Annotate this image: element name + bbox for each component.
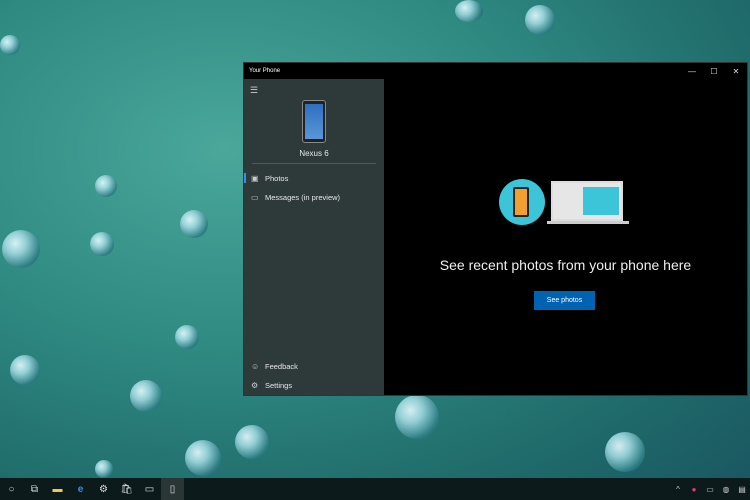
hamburger-menu-icon[interactable]: ☰	[250, 85, 258, 96]
notification-icon[interactable]: ▤	[734, 485, 750, 494]
title-bar: Your Phone	[244, 63, 747, 79]
your-phone-window: Your Phone — ☐ ✕ ☰ Nexus 6 ▣ Photos ▭ Mess…	[243, 62, 748, 396]
cortana-icon[interactable]: ○	[0, 478, 23, 500]
your-phone-taskbar-icon[interactable]: ▯	[161, 478, 184, 500]
sidebar-item-settings[interactable]: ⚙ Settings	[244, 376, 384, 394]
taskbar: ○ ⧉ ▬ e ⚙ 🛍 ▭ ▯ ^ ● ▭ ◍ ▤	[0, 478, 750, 500]
settings-icon[interactable]: ⚙	[92, 478, 115, 500]
close-button[interactable]: ✕	[725, 63, 747, 79]
message-icon: ▭	[251, 192, 259, 202]
main-content: See recent photos from your phone here S…	[384, 79, 747, 395]
window-title: Your Phone	[249, 68, 281, 74]
chevron-up-icon[interactable]: ^	[670, 485, 686, 494]
edge-icon[interactable]: e	[69, 478, 92, 500]
sidebar-item-photos[interactable]: ▣ Photos	[244, 169, 384, 187]
task-view-icon[interactable]: ⧉	[23, 478, 46, 500]
maximize-button[interactable]: ☐	[703, 63, 725, 79]
phone-device-icon	[302, 100, 326, 143]
sidebar-item-feedback[interactable]: ☺ Feedback	[244, 357, 384, 375]
file-explorer-icon[interactable]: ▬	[46, 478, 69, 500]
minimize-button[interactable]: —	[681, 63, 703, 79]
feedback-icon: ☺	[251, 361, 260, 371]
terminal-icon[interactable]: ▭	[138, 478, 161, 500]
volume-icon[interactable]: ◍	[718, 485, 734, 494]
sidebar: ☰ Nexus 6 ▣ Photos ▭ Messages (in preview)…	[244, 79, 384, 395]
sidebar-item-messages[interactable]: ▭ Messages (in preview)	[244, 188, 384, 206]
see-photos-button[interactable]: See photos	[534, 291, 595, 310]
sidebar-item-label: Photos	[265, 173, 289, 183]
gear-icon: ⚙	[251, 380, 259, 390]
device-name: Nexus 6	[299, 149, 329, 158]
phone-to-pc-illustration	[499, 179, 629, 227]
empty-state-heading: See recent photos from your phone here	[439, 257, 692, 273]
network-icon[interactable]: ▭	[702, 485, 718, 494]
sidebar-item-label: Settings	[265, 380, 293, 390]
store-icon[interactable]: 🛍	[115, 478, 138, 500]
sidebar-item-label: Feedback	[265, 361, 298, 371]
sidebar-item-label: Messages (in preview)	[265, 192, 341, 202]
photo-icon: ▣	[251, 173, 259, 183]
divider	[252, 163, 376, 164]
app-tray-icon[interactable]: ●	[686, 485, 702, 494]
